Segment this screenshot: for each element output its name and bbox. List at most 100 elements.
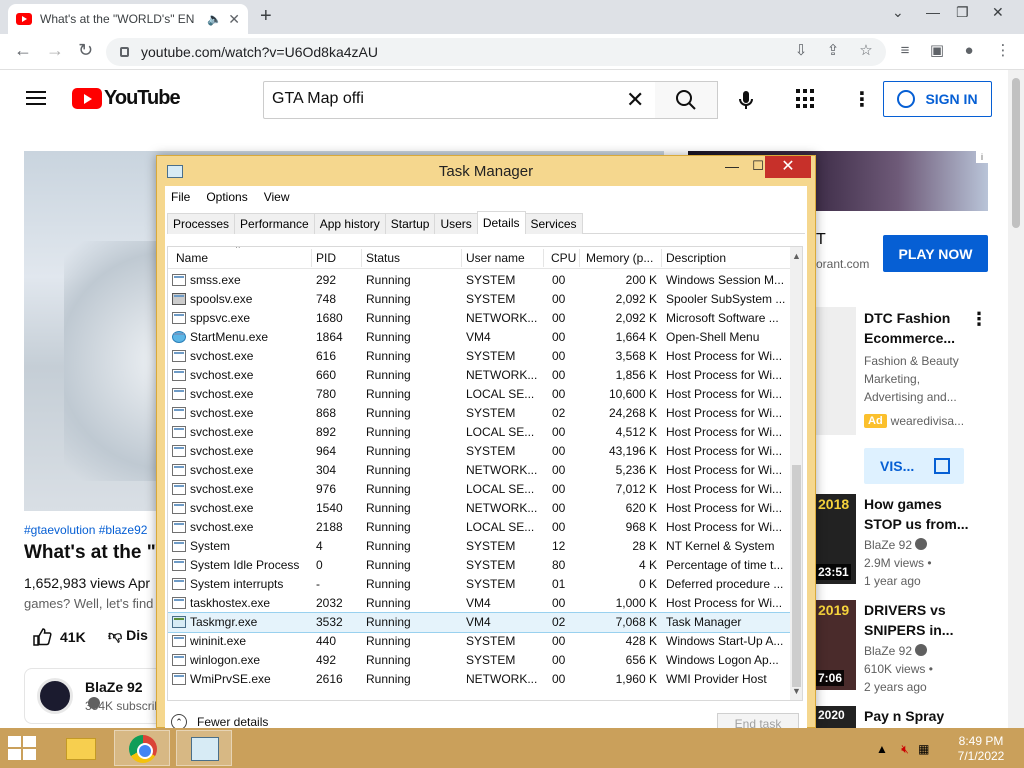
recommended-thumbnail[interactable]: 2020 [816,706,856,728]
media-control-icon[interactable]: ≡ [896,42,914,60]
col-name[interactable]: Name [176,251,208,265]
forward-icon[interactable]: → [46,40,64,61]
tab-search-icon[interactable]: ⌄ [892,4,904,21]
tm-minimize-icon[interactable]: — [719,158,745,178]
restore-window-icon[interactable]: ❐ [956,4,969,21]
network-icon[interactable]: ▦ [918,742,929,756]
play-now-button[interactable]: PLAY NOW [883,235,988,272]
taskbar-file-explorer[interactable] [52,730,108,766]
channel-avatar[interactable] [37,678,73,714]
process-row[interactable]: System interrupts - Running SYSTEM 01 0 K Defe… [168,575,790,594]
minimize-window-icon[interactable]: — [926,4,940,20]
process-row[interactable]: WmiPrvSE.exe 2616 Running NETWORK... 00 1,960… [168,670,790,689]
ad-card-thumbnail[interactable] [816,307,856,435]
recommended-thumbnail[interactable]: 2019 7:06 [816,600,856,690]
system-tray[interactable]: ▲ 🔇︎ ▦ [876,742,929,757]
tab-performance[interactable]: Performance [234,213,315,234]
search-input[interactable]: GTA Map offi [263,81,656,119]
process-row[interactable]: System 4 Running SYSTEM 12 28 K NT Kernel & Sy… [168,537,790,556]
process-row[interactable]: svchost.exe 976 Running LOCAL SE... 00 7,012 … [168,480,790,499]
details-scrollbar-thumb[interactable] [792,465,801,687]
process-row[interactable]: svchost.exe 868 Running SYSTEM 02 24,268 K Hos… [168,404,790,423]
process-desc: Host Process for Wi... [666,501,783,515]
col-status[interactable]: Status [366,251,400,265]
task-manager-titlebar[interactable]: Task Manager — ☐ ✕ [157,156,815,186]
process-row[interactable]: svchost.exe 660 Running NETWORK... 00 1,856 K… [168,366,790,385]
menu-view[interactable]: View [264,190,290,204]
tray-chevron-icon[interactable]: ▲ [876,742,888,756]
taskbar-clock[interactable]: 8:49 PM 7/1/2022 [946,734,1016,764]
youtube-apps-icon[interactable] [796,89,816,109]
dislike-button[interactable]: 👎︎ Dis [108,627,148,644]
sign-in-button[interactable]: SIGN IN [883,81,992,117]
search-button[interactable] [655,81,718,119]
process-row[interactable]: wininit.exe 440 Running SYSTEM 00 428 K Window… [168,632,790,651]
video-hashtags[interactable]: #gtaevolution #blaze92 [24,523,147,537]
tab-users[interactable]: Users [434,213,478,234]
taskbar-task-manager[interactable] [176,730,232,766]
profile-icon[interactable]: ● [960,42,978,60]
process-row[interactable]: sppsvc.exe 1680 Running NETWORK... 00 2,092 K… [168,309,790,328]
share-icon[interactable]: ⇪ [824,42,842,60]
install-app-icon[interactable]: ⇩ [792,42,810,60]
process-row[interactable]: spoolsv.exe 748 Running SYSTEM 00 2,092 K Spoo… [168,290,790,309]
scroll-up-icon[interactable]: ▲ [792,251,801,261]
volume-muted-icon[interactable]: 🔇︎ [901,742,909,756]
process-row[interactable]: smss.exe 292 Running SYSTEM 00 200 K Windows S… [168,271,790,290]
side-panel-icon[interactable]: ▣ [928,42,946,60]
process-row[interactable]: svchost.exe 964 Running SYSTEM 00 43,196 K Hos… [168,442,790,461]
guide-menu-icon[interactable] [26,91,46,105]
menu-options[interactable]: Options [206,190,247,204]
like-button[interactable]: 41K [32,627,86,647]
tab-startup[interactable]: Startup [384,213,436,234]
process-row[interactable]: svchost.exe 1540 Running NETWORK... 00 620 K H… [168,499,790,518]
taskbar-chrome[interactable] [114,730,170,766]
chrome-menu-icon[interactable]: ⋮ [994,42,1012,60]
col-memory[interactable]: Memory (p... [586,251,653,265]
col-user-name[interactable]: User name [466,251,525,265]
details-scrollbar[interactable]: ▲ ▼ [790,247,802,700]
tab-app-history[interactable]: App history [313,213,386,234]
process-row[interactable]: svchost.exe 616 Running SYSTEM 00 3,568 K Host… [168,347,790,366]
settings-more-icon[interactable]: ⋮ [852,87,872,112]
process-row[interactable]: svchost.exe 892 Running LOCAL SE... 00 4,512 … [168,423,790,442]
new-tab-button[interactable]: + [260,5,272,28]
visit-site-button[interactable]: VIS... [864,448,964,484]
col-cpu[interactable]: CPU [551,251,576,265]
col-pid[interactable]: PID [316,251,336,265]
process-row[interactable]: taskhostex.exe 2032 Running VM4 00 1,000 K Hos… [168,594,790,613]
page-scrollbar-thumb[interactable] [1012,78,1020,228]
tab-processes[interactable]: Processes [167,213,236,234]
recommended-thumbnail[interactable]: 2018 23:51 [816,494,856,584]
tm-close-icon[interactable]: ✕ [765,156,811,178]
voice-search-button[interactable] [731,85,761,115]
clear-search-icon[interactable]: ✕ [626,87,644,113]
process-row[interactable]: System Idle Process 0 Running SYSTEM 80 4 K Pe… [168,556,790,575]
process-row[interactable]: Taskmgr.exe 3532 Running VM4 02 7,068 K Task M… [168,612,791,633]
speaker-icon[interactable]: 🔈 [207,12,222,26]
video-description[interactable]: games? Well, let's find [24,596,156,611]
start-button-icon[interactable] [8,736,38,760]
col-description[interactable]: Description [666,251,726,265]
browser-tab[interactable]: What's at the "WORLD's" EN 🔈 ✕ [8,4,248,34]
scroll-down-icon[interactable]: ▼ [792,686,801,696]
process-row[interactable]: svchost.exe 304 Running NETWORK... 00 5,236 K… [168,461,790,480]
process-row[interactable]: StartMenu.exe 1864 Running VM4 00 1,664 K Open… [168,328,790,347]
page-scrollbar[interactable] [1008,70,1024,728]
process-row[interactable]: svchost.exe 780 Running LOCAL SE... 00 10,600… [168,385,790,404]
youtube-logo[interactable]: YouTube [72,87,181,110]
ad-card-title[interactable]: DTC Fashion Ecommerce... [864,308,972,348]
ad-card-more-icon[interactable]: ⋮ [970,309,988,330]
ad-info-icon[interactable]: i [976,151,988,163]
address-bar[interactable]: youtube.com/watch?v=U6Od8ka4zAU [106,38,886,66]
close-window-icon[interactable]: ✕ [992,4,1004,21]
reload-icon[interactable]: ↻ [78,40,93,61]
process-row[interactable]: svchost.exe 2188 Running LOCAL SE... 00 968 K… [168,518,790,537]
tab-services[interactable]: Services [524,213,583,234]
close-tab-icon[interactable]: ✕ [228,11,240,28]
process-row[interactable]: winlogon.exe 492 Running SYSTEM 00 656 K Windo… [168,651,790,670]
tab-details[interactable]: Details [476,211,526,234]
bookmark-star-icon[interactable]: ☆ [857,42,875,60]
back-icon[interactable]: ← [14,40,32,61]
menu-file[interactable]: File [171,190,190,204]
